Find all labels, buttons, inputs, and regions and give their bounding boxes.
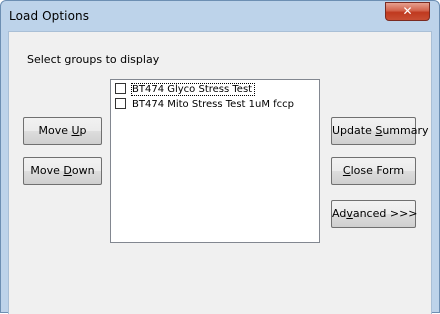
move-down-accelerator: D: [63, 164, 72, 177]
update-summary-label-rest: ummary: [382, 124, 429, 137]
move-down-label-rest: own: [71, 164, 95, 177]
groups-listbox[interactable]: BT474 Glyco Stress Test BT474 Mito Stres…: [110, 79, 320, 243]
move-down-button[interactable]: Move Down: [23, 157, 102, 185]
advanced-button[interactable]: Advanced >>>: [331, 200, 418, 228]
move-up-button[interactable]: Move Up: [23, 117, 102, 145]
move-up-label-rest: p: [79, 124, 87, 137]
close-form-button[interactable]: Close Form: [331, 157, 416, 185]
advanced-label: Ad: [332, 207, 347, 220]
select-groups-label: Select groups to display: [27, 53, 160, 66]
title-bar[interactable]: Load Options ✕: [1, 1, 439, 31]
move-up-accelerator: U: [71, 124, 80, 137]
move-down-label: Move: [30, 164, 64, 177]
close-form-label-rest: lose Form: [350, 164, 405, 177]
close-window-button[interactable]: ✕: [385, 2, 430, 21]
list-item[interactable]: BT474 Glyco Stress Test: [115, 83, 256, 97]
group-checkbox[interactable]: [115, 98, 126, 109]
group-checkbox[interactable]: [115, 83, 126, 94]
window-title: Load Options: [9, 9, 90, 23]
update-summary-label: Update: [332, 124, 376, 137]
group-label: BT474 Glyco Stress Test: [130, 83, 256, 96]
close-form-accelerator: C: [342, 164, 351, 177]
group-label: BT474 Mito Stress Test 1uM fccp: [132, 99, 295, 110]
list-item[interactable]: BT474 Mito Stress Test 1uM fccp: [115, 98, 294, 112]
close-icon: ✕: [402, 4, 413, 18]
update-summary-button[interactable]: Update Summary: [331, 117, 429, 145]
advanced-label-rest: anced >>>: [352, 207, 418, 220]
move-up-label: Move: [38, 124, 72, 137]
